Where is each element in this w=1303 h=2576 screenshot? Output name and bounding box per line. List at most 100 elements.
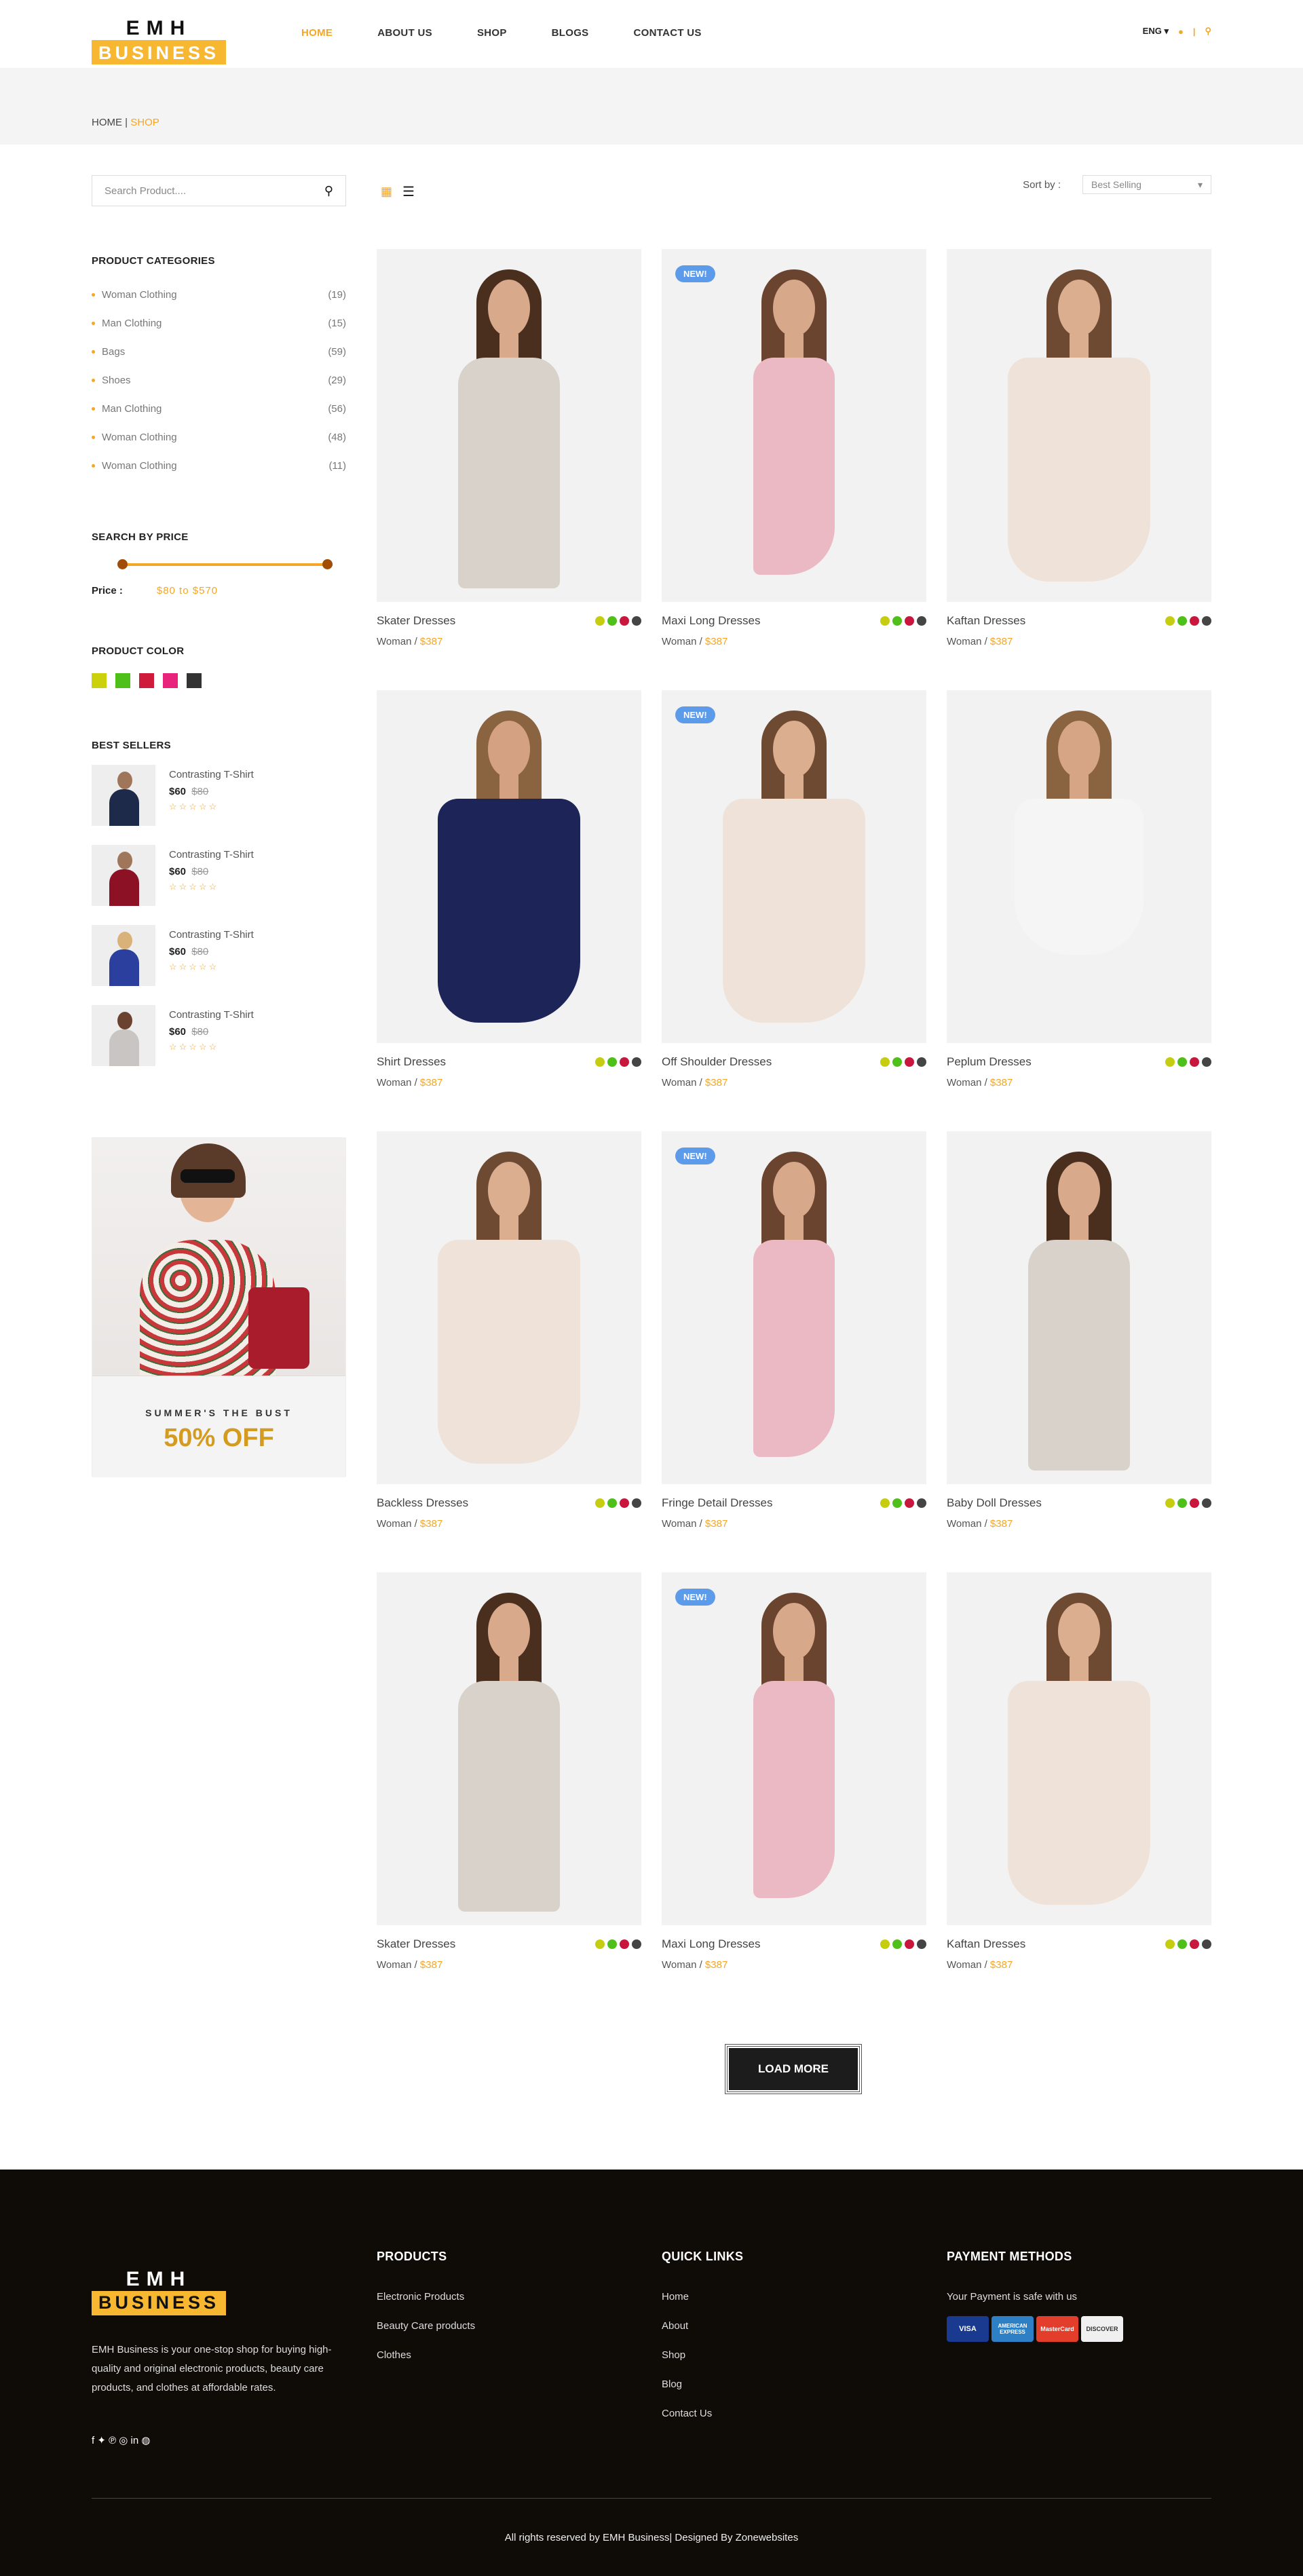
color-dot[interactable]	[1190, 616, 1199, 626]
footer-link[interactable]: Beauty Care products	[377, 2320, 475, 2349]
language-select[interactable]: ENG ▾	[1143, 26, 1169, 37]
product-card[interactable]: Baby Doll Dresses Woman / $387	[947, 1131, 1211, 1530]
bestseller-item[interactable]: Contrasting T-Shirt $60 $80 ☆☆☆☆☆	[92, 845, 346, 925]
color-dot[interactable]	[1165, 616, 1175, 626]
product-name[interactable]: Kaftan Dresses	[947, 1937, 1025, 1951]
product-image[interactable]	[947, 249, 1211, 602]
color-dot[interactable]	[917, 616, 926, 626]
search-icon[interactable]: ⚲	[324, 184, 333, 198]
category-item[interactable]: Woman Clothing (19)	[92, 280, 346, 309]
color-dot[interactable]	[607, 1498, 617, 1508]
footer-link[interactable]: Contact Us	[662, 2408, 743, 2437]
color-dot[interactable]	[632, 1498, 641, 1508]
color-dot[interactable]	[1190, 1498, 1199, 1508]
sort-select[interactable]: Best Selling ▾	[1082, 175, 1211, 194]
color-dot[interactable]	[595, 1498, 605, 1508]
color-dot[interactable]	[620, 616, 629, 626]
product-image[interactable]	[947, 1572, 1211, 1925]
color-dot[interactable]	[620, 1498, 629, 1508]
footer-link[interactable]: About	[662, 2320, 743, 2349]
product-image[interactable]: NEW!	[662, 1572, 926, 1925]
color-dot[interactable]	[620, 1057, 629, 1067]
color-dot[interactable]	[595, 1057, 605, 1067]
color-dot[interactable]	[880, 616, 890, 626]
color-swatch[interactable]	[163, 673, 178, 688]
nav-home[interactable]: HOME	[301, 27, 333, 39]
color-dot[interactable]	[632, 616, 641, 626]
color-dot[interactable]	[620, 1939, 629, 1949]
grid-view-icon[interactable]: ▦	[381, 185, 392, 199]
bestseller-item[interactable]: Contrasting T-Shirt $60 $80 ☆☆☆☆☆	[92, 925, 346, 1005]
bestseller-item[interactable]: Contrasting T-Shirt $60 $80 ☆☆☆☆☆	[92, 765, 346, 845]
product-card[interactable]: Shirt Dresses Woman / $387	[377, 690, 641, 1088]
color-dot[interactable]	[917, 1939, 926, 1949]
color-dot[interactable]	[1202, 616, 1211, 626]
color-dot[interactable]	[607, 616, 617, 626]
color-dot[interactable]	[917, 1057, 926, 1067]
footer-link[interactable]: Clothes	[377, 2349, 475, 2379]
bestseller-item[interactable]: Contrasting T-Shirt $60 $80 ☆☆☆☆☆	[92, 1005, 346, 1085]
footer-link[interactable]: Electronic Products	[377, 2291, 475, 2320]
color-dot[interactable]	[595, 1939, 605, 1949]
product-card[interactable]: Peplum Dresses Woman / $387	[947, 690, 1211, 1088]
product-image[interactable]	[947, 1131, 1211, 1484]
product-image[interactable]	[377, 690, 641, 1043]
color-dot[interactable]	[892, 1939, 902, 1949]
price-slider-min-handle[interactable]	[117, 559, 128, 569]
color-dot[interactable]	[1165, 1498, 1175, 1508]
product-name[interactable]: Peplum Dresses	[947, 1055, 1032, 1069]
product-image[interactable]: NEW!	[662, 1131, 926, 1484]
product-card[interactable]: NEW! Fringe Detail Dresses Woman / $387	[662, 1131, 926, 1530]
category-item[interactable]: Shoes (29)	[92, 366, 346, 394]
product-image[interactable]	[377, 1572, 641, 1925]
product-image[interactable]	[377, 249, 641, 602]
nav-blogs[interactable]: BLOGS	[552, 27, 589, 39]
product-thumb[interactable]	[92, 1005, 155, 1066]
product-name[interactable]: Off Shoulder Dresses	[662, 1055, 772, 1069]
color-dot[interactable]	[880, 1498, 890, 1508]
product-thumb[interactable]	[92, 925, 155, 986]
search-input[interactable]: Search Product.... ⚲	[92, 175, 346, 206]
product-thumb[interactable]	[92, 845, 155, 906]
product-thumb[interactable]	[92, 765, 155, 826]
color-dot[interactable]	[632, 1057, 641, 1067]
product-card[interactable]: NEW! Maxi Long Dresses Woman / $387	[662, 249, 926, 647]
user-icon[interactable]: ●	[1178, 26, 1184, 37]
category-item[interactable]: Man Clothing (56)	[92, 394, 346, 423]
nav-about[interactable]: ABOUT US	[377, 27, 432, 39]
color-dot[interactable]	[1177, 1939, 1187, 1949]
brand-logo[interactable]: EMH BUSINESS	[92, 17, 226, 66]
price-slider-max-handle[interactable]	[322, 559, 333, 569]
color-dot[interactable]	[892, 1498, 902, 1508]
product-name[interactable]: Maxi Long Dresses	[662, 614, 761, 628]
color-dot[interactable]	[905, 1939, 914, 1949]
load-more-button[interactable]: LOAD MORE	[725, 2044, 862, 2094]
product-card[interactable]: NEW! Off Shoulder Dresses Woman / $387	[662, 690, 926, 1088]
category-item[interactable]: Man Clothing (15)	[92, 309, 346, 337]
color-dot[interactable]	[905, 616, 914, 626]
color-dot[interactable]	[917, 1498, 926, 1508]
product-image[interactable]	[947, 690, 1211, 1043]
product-card[interactable]: NEW! Maxi Long Dresses Woman / $387	[662, 1572, 926, 1971]
color-dot[interactable]	[1177, 1498, 1187, 1508]
list-view-icon[interactable]: ☰	[402, 183, 415, 200]
product-name[interactable]: Backless Dresses	[377, 1496, 468, 1510]
color-dot[interactable]	[880, 1057, 890, 1067]
product-name[interactable]: Skater Dresses	[377, 614, 455, 628]
product-name[interactable]: Baby Doll Dresses	[947, 1496, 1042, 1510]
color-dot[interactable]	[892, 1057, 902, 1067]
product-name[interactable]: Contrasting T-Shirt	[169, 929, 254, 941]
footer-link[interactable]: Blog	[662, 2379, 743, 2408]
promo-banner[interactable]: SUMMER'S THE BUST 50% OFF	[92, 1137, 346, 1477]
product-card[interactable]: Skater Dresses Woman / $387	[377, 249, 641, 647]
color-dot[interactable]	[595, 616, 605, 626]
color-dot[interactable]	[905, 1057, 914, 1067]
product-name[interactable]: Contrasting T-Shirt	[169, 849, 254, 860]
product-card[interactable]: Kaftan Dresses Woman / $387	[947, 1572, 1211, 1971]
nav-contact[interactable]: CONTACT US	[634, 27, 702, 39]
price-slider[interactable]	[92, 558, 346, 571]
product-name[interactable]: Maxi Long Dresses	[662, 1937, 761, 1951]
product-name[interactable]: Skater Dresses	[377, 1937, 455, 1951]
product-name[interactable]: Contrasting T-Shirt	[169, 769, 254, 780]
breadcrumb-home[interactable]: HOME	[92, 117, 122, 128]
